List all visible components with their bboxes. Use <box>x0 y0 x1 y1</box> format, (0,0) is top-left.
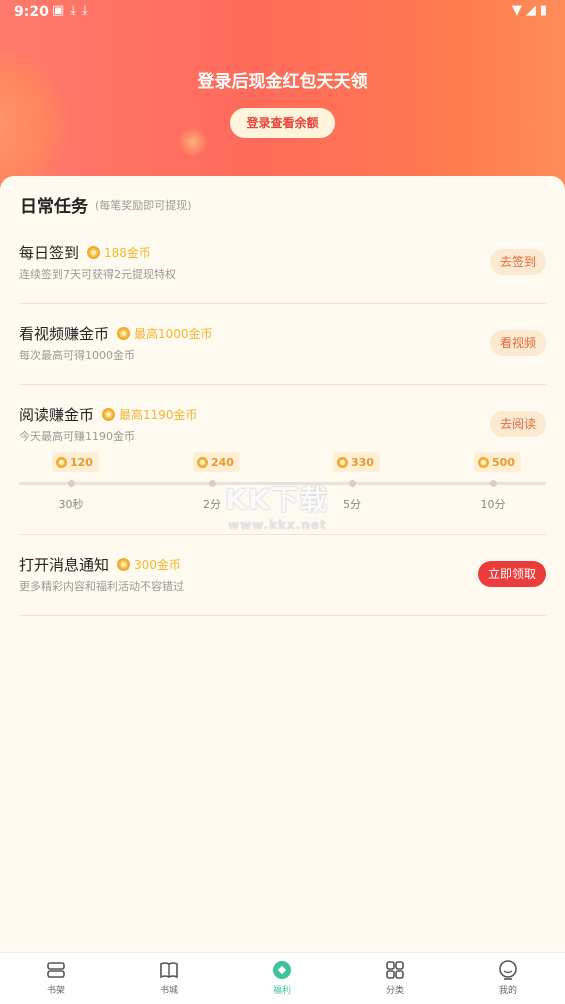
watermark-logo: KK下载 <box>225 483 329 516</box>
reading-step-time: 5分 <box>343 498 361 511</box>
signal-icon: ◢ <box>525 3 540 18</box>
tab-bookstore[interactable]: 书城 <box>139 959 199 996</box>
tab-bookshelf[interactable]: 书架 <box>26 959 86 996</box>
reading-step-time: 10分 <box>480 498 506 511</box>
reading-step-reward: 330 <box>333 452 380 472</box>
task-desc: 连续签到7天可获得2元提现特权 <box>19 268 176 281</box>
progress-tick <box>349 480 356 487</box>
task-name: 打开消息通知 <box>19 556 110 574</box>
bookshelf-icon <box>47 962 65 978</box>
reading-step-reward: 240 <box>193 452 240 472</box>
download-icon: ⤓ <box>82 3 94 18</box>
tab-profile[interactable]: 我的 <box>478 959 538 996</box>
status-time: 9:20 <box>14 4 49 20</box>
watermark-url: www.kkx.net <box>228 518 327 532</box>
task-name: 阅读赚金币 <box>19 406 95 424</box>
tab-category[interactable]: 分类 <box>365 959 425 996</box>
task-reward: 最高1000金币 <box>117 325 213 342</box>
battery-icon: ▮ <box>539 3 551 18</box>
section-subtitle: (每笔奖励即可提现) <box>95 199 192 212</box>
reading-step-reward: 120 <box>52 452 99 472</box>
photo-icon: ▣ <box>52 3 71 18</box>
reading-step-time: 30秒 <box>58 498 84 511</box>
progress-tick <box>490 480 497 487</box>
download-icon: ⤓ <box>70 3 83 18</box>
divider <box>19 303 546 304</box>
book-icon <box>160 962 178 979</box>
watch-video-button[interactable]: 看视频 <box>489 330 546 356</box>
divider <box>19 534 546 535</box>
hero-banner <box>0 0 565 200</box>
coin-icon <box>337 456 348 468</box>
task-desc: 每次最高可得1000金币 <box>19 349 135 362</box>
task-notification: 打开消息通知 300金币 更多精彩内容和福利活动不容错过 立即领取 <box>19 554 546 594</box>
claim-now-button[interactable]: 立即领取 <box>477 561 546 587</box>
coin-icon <box>478 456 489 468</box>
login-button[interactable]: 登录查看余额 <box>230 108 335 138</box>
checkin-button[interactable]: 去签到 <box>489 249 546 275</box>
hero-decoration-small <box>173 120 213 164</box>
daily-tasks-card: 日常任务 (每笔奖励即可提现) 每日签到 188金币 连续签到7天可获得2元提现… <box>0 176 565 956</box>
task-name: 每日签到 <box>19 244 80 262</box>
task-reward: 最高1190金币 <box>102 406 198 423</box>
coin-icon <box>117 558 130 571</box>
task-reward: 188金币 <box>87 244 151 261</box>
tab-welfare[interactable]: 福利 <box>252 959 312 996</box>
progress-tick <box>209 480 216 487</box>
bottom-tab-bar: 书架 书城 福利 分类 我的 <box>0 952 565 1004</box>
task-video: 看视频赚金币 最高1000金币 每次最高可得1000金币 看视频 <box>19 323 546 363</box>
coin-icon <box>87 246 100 259</box>
status-bar: 9:20 ▣⤓⤓ ▼◢▮ <box>0 0 565 26</box>
hero-title: 登录后现金红包天天领 <box>197 72 368 92</box>
task-reward: 300金币 <box>117 556 181 573</box>
task-name: 看视频赚金币 <box>19 325 110 343</box>
task-reading: 阅读赚金币 最高1190金币 今天最高可赚1190金币 去阅读 <box>19 404 546 444</box>
progress-tick <box>68 480 75 487</box>
task-desc: 今天最高可赚1190金币 <box>19 430 135 443</box>
task-checkin: 每日签到 188金币 连续签到7天可获得2元提现特权 去签到 <box>19 242 546 282</box>
reading-step-reward: 500 <box>474 452 521 472</box>
divider <box>19 384 546 385</box>
wifi-icon: ▼ <box>511 3 526 18</box>
profile-icon <box>499 960 517 980</box>
section-title: 日常任务 <box>20 197 88 217</box>
grid-icon <box>386 961 404 979</box>
coin-icon <box>117 327 130 340</box>
divider <box>19 615 546 616</box>
coin-icon <box>56 456 67 468</box>
welfare-icon <box>273 961 291 979</box>
coin-icon <box>102 408 115 421</box>
task-desc: 更多精彩内容和福利活动不容错过 <box>19 580 184 593</box>
coin-icon <box>197 456 208 468</box>
read-button[interactable]: 去阅读 <box>489 411 546 437</box>
